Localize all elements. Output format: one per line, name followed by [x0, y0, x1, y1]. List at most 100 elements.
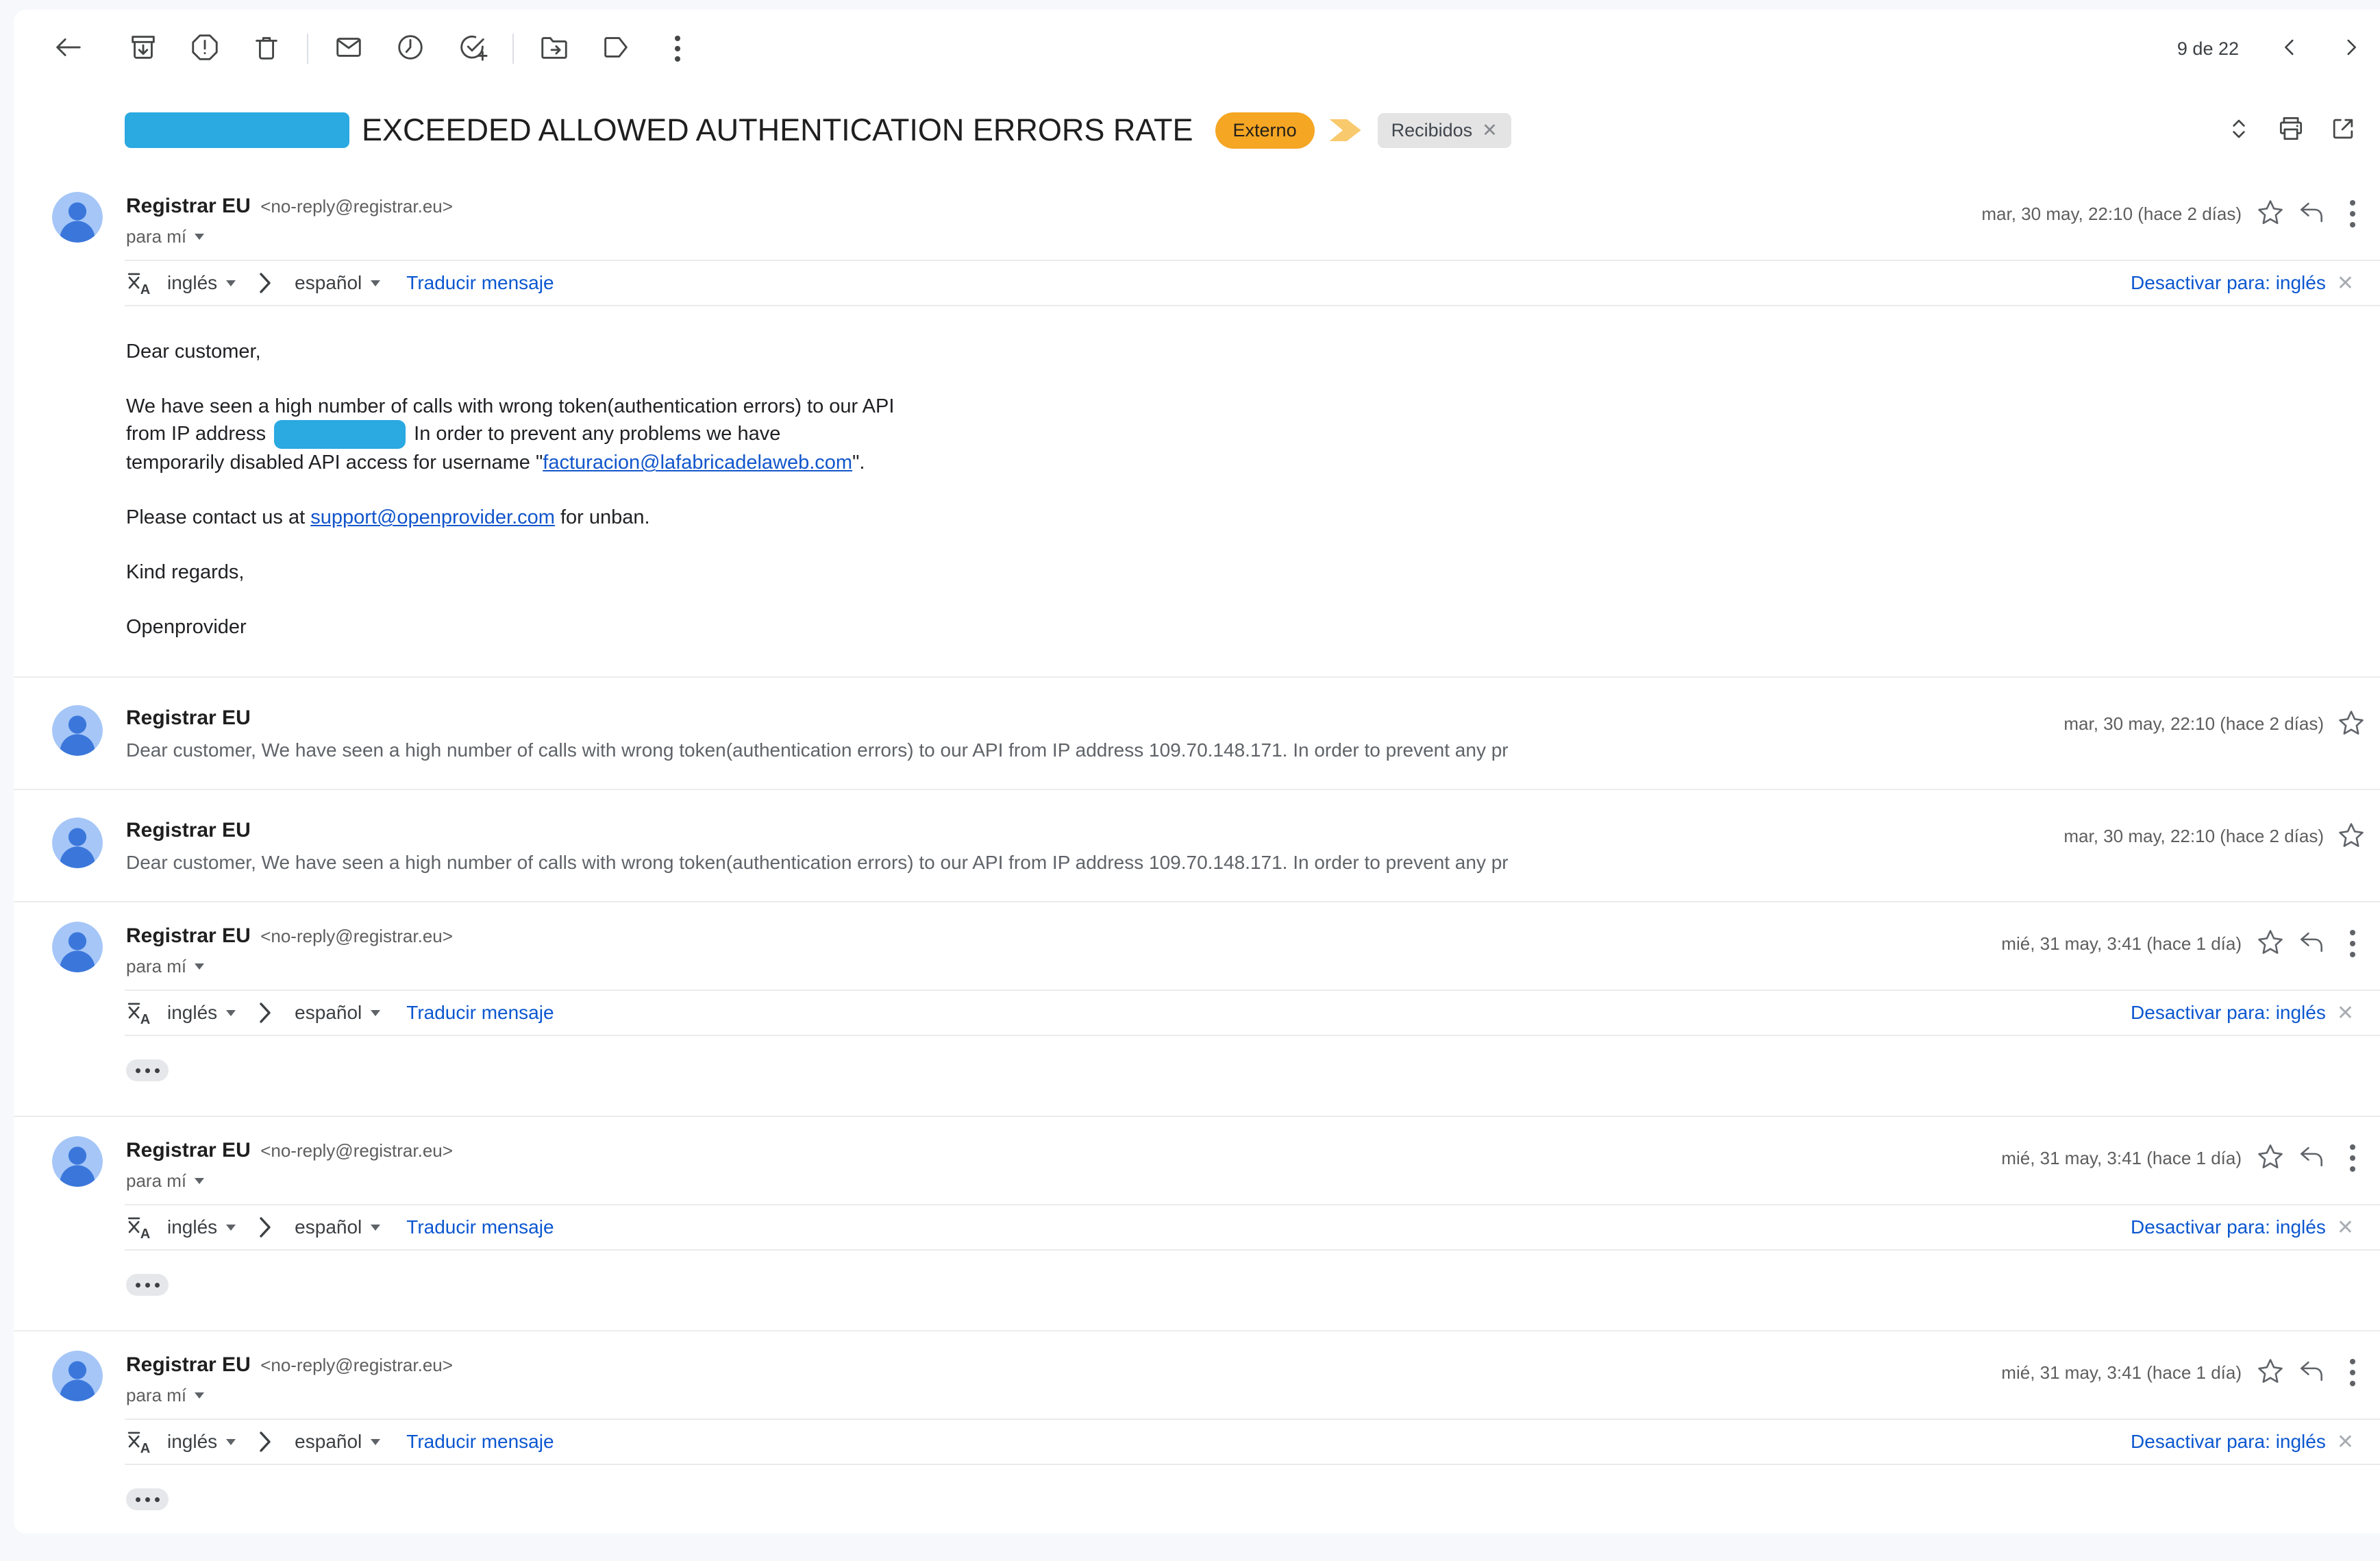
target-language-select[interactable]: español — [295, 1216, 380, 1238]
sender-address: <no-reply@registrar.eu> — [260, 196, 453, 217]
star-button[interactable] — [2250, 923, 2291, 964]
labels-icon — [600, 32, 632, 66]
body-line: from IP address — [126, 423, 266, 445]
svg-text:A: A — [140, 1227, 151, 1242]
close-translate-bar-icon[interactable]: ✕ — [2337, 1216, 2354, 1240]
translate-icon: A — [125, 1213, 153, 1242]
translate-message-link[interactable]: Traducir mensaje — [406, 272, 554, 294]
toolbar: 9 de 22 — [14, 10, 2380, 82]
print-button[interactable] — [2269, 108, 2313, 152]
chevron-down-icon — [195, 1178, 204, 1184]
recipient-label: para mí — [126, 226, 186, 247]
star-button[interactable] — [2332, 818, 2370, 856]
message-meta: mar, 30 may, 22:10 (hace 2 días) — [2063, 705, 2370, 743]
message-collapsed-3[interactable]: Registrar EU Dear customer, We have seen… — [14, 790, 2380, 901]
disable-translation-link[interactable]: Desactivar para: inglés — [2131, 272, 2326, 294]
translate-message-link[interactable]: Traducir mensaje — [406, 1216, 554, 1238]
star-button[interactable] — [2250, 1138, 2291, 1179]
delete-button[interactable] — [241, 23, 292, 74]
labels-button[interactable] — [591, 23, 641, 74]
sender-name: Registrar EU — [126, 706, 2063, 730]
message-more-button[interactable] — [2332, 1352, 2373, 1393]
disable-translation-link[interactable]: Desactivar para: inglés — [2131, 1216, 2326, 1238]
star-icon — [2255, 1356, 2285, 1390]
add-to-tasks-button[interactable] — [447, 23, 497, 74]
toolbar-group-1 — [118, 23, 292, 74]
report-spam-button[interactable] — [179, 23, 230, 74]
username-link[interactable]: facturacion@lafabricadelaweb.com — [543, 452, 852, 474]
message-more-button[interactable] — [2332, 1138, 2373, 1179]
reply-button[interactable] — [2291, 193, 2332, 234]
reply-button[interactable] — [2291, 923, 2332, 964]
more-options-button[interactable] — [652, 23, 703, 74]
toolbar-separator — [307, 34, 308, 64]
report-spam-icon — [189, 32, 221, 66]
star-button[interactable] — [2250, 193, 2291, 234]
toolbar-separator — [512, 34, 514, 64]
message-more-button[interactable] — [2332, 193, 2373, 234]
source-language-select[interactable]: inglés — [167, 1431, 236, 1453]
source-language-label: inglés — [167, 1216, 217, 1238]
source-language-select[interactable]: inglés — [167, 272, 236, 294]
target-language-label: español — [295, 272, 362, 294]
show-trimmed-content-button[interactable] — [126, 1059, 169, 1081]
reply-button[interactable] — [2291, 1352, 2332, 1393]
target-language-select[interactable]: español — [295, 272, 380, 294]
source-language-select[interactable]: inglés — [167, 1002, 236, 1024]
print-icon — [2276, 114, 2306, 147]
body-line: for unban. — [555, 506, 650, 528]
translate-bar-right: Desactivar para: inglés ✕ — [2131, 271, 2354, 295]
remove-label-icon[interactable]: ✕ — [1482, 120, 1498, 141]
translate-message-link[interactable]: Traducir mensaje — [406, 1002, 554, 1024]
open-in-new-button[interactable] — [2321, 108, 2365, 152]
reply-button[interactable] — [2291, 1138, 2332, 1179]
disable-translation-link[interactable]: Desactivar para: inglés — [2131, 1431, 2326, 1453]
sender-avatar — [52, 1136, 103, 1187]
star-button[interactable] — [2332, 705, 2370, 743]
sender-avatar — [52, 705, 103, 756]
recipient-dropdown[interactable]: para mí — [126, 956, 453, 977]
message-header: Registrar EU <no-reply@registrar.eu> par… — [14, 1117, 2380, 1204]
label-chip-recibidos[interactable]: Recibidos ✕ — [1378, 113, 1511, 148]
mark-unread-button[interactable] — [323, 23, 374, 74]
show-trimmed-content-button[interactable] — [126, 1274, 169, 1296]
support-email-link[interactable]: support@openprovider.com — [310, 506, 555, 528]
chevron-down-icon — [195, 234, 204, 240]
source-language-select[interactable]: inglés — [167, 1216, 236, 1238]
close-translate-bar-icon[interactable]: ✕ — [2337, 1001, 2354, 1025]
recipient-dropdown[interactable]: para mí — [126, 226, 453, 247]
sender-avatar — [52, 922, 103, 972]
recipient-dropdown[interactable]: para mí — [126, 1170, 453, 1192]
message-body: Dear customer, We have seen a high numbe… — [14, 306, 2380, 676]
translate-bar: A inglés español Traducir mensaje Desact… — [125, 990, 2380, 1036]
disable-translation-link[interactable]: Desactivar para: inglés — [2131, 1002, 2326, 1024]
message-collapsed-2[interactable]: Registrar EU Dear customer, We have seen… — [14, 678, 2380, 789]
body-line: temporarily disabled API access for user… — [126, 452, 543, 474]
label-chip-text: Recibidos — [1391, 120, 1473, 141]
older-thread-button[interactable] — [2331, 28, 2372, 69]
star-icon — [2255, 197, 2285, 231]
newer-thread-button[interactable] — [2269, 28, 2310, 69]
back-button[interactable] — [42, 23, 93, 74]
snooze-button[interactable] — [385, 23, 436, 74]
arrow-right-icon — [256, 1001, 274, 1024]
show-trimmed-content-button[interactable] — [126, 1488, 169, 1510]
message-date: mar, 30 may, 22:10 (hace 2 días) — [2063, 713, 2324, 735]
archive-button[interactable] — [118, 23, 169, 74]
target-language-select[interactable]: español — [295, 1002, 380, 1024]
message-more-button[interactable] — [2332, 923, 2373, 964]
move-to-button[interactable] — [529, 23, 580, 74]
message-expanded-5: Registrar EU <no-reply@registrar.eu> par… — [14, 1117, 2380, 1296]
close-translate-bar-icon[interactable]: ✕ — [2337, 1430, 2354, 1454]
sender-address: <no-reply@registrar.eu> — [260, 1355, 453, 1375]
translate-message-link[interactable]: Traducir mensaje — [406, 1431, 554, 1453]
target-language-select[interactable]: español — [295, 1431, 380, 1453]
translate-bar: A inglés español Traducir mensaje Desact… — [125, 1418, 2380, 1465]
expand-all-button[interactable] — [2217, 108, 2261, 152]
thread-counter: 9 de 22 — [2177, 38, 2239, 60]
translate-icon: A — [125, 1427, 153, 1456]
close-translate-bar-icon[interactable]: ✕ — [2337, 271, 2354, 295]
recipient-dropdown[interactable]: para mí — [126, 1385, 453, 1406]
message-expanded-1: Registrar EU <no-reply@registrar.eu> par… — [14, 173, 2380, 676]
star-button[interactable] — [2250, 1352, 2291, 1393]
